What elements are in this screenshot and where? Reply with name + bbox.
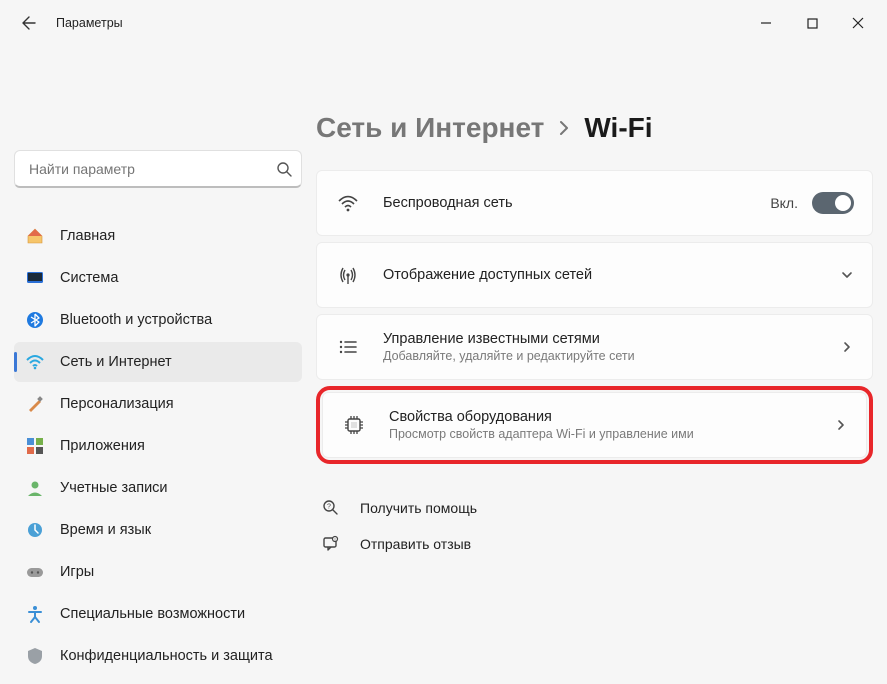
nav-list: Главная Система Bluetooth и устройства С… bbox=[14, 216, 302, 676]
arrow-left-icon bbox=[21, 15, 37, 31]
sidebar: Главная Система Bluetooth и устройства С… bbox=[14, 46, 316, 678]
breadcrumb-current: Wi-Fi bbox=[584, 112, 652, 144]
sidebar-item-label: Персонализация bbox=[60, 396, 174, 412]
list-icon bbox=[333, 336, 363, 358]
chevron-down-icon bbox=[840, 268, 854, 282]
accounts-icon bbox=[24, 477, 46, 499]
chevron-right-icon bbox=[834, 418, 848, 432]
bluetooth-icon bbox=[24, 309, 46, 331]
sidebar-item-accounts[interactable]: Учетные записи bbox=[14, 468, 302, 508]
feedback-link[interactable]: ! Отправить отзыв bbox=[316, 526, 873, 562]
antenna-icon bbox=[333, 264, 363, 286]
breadcrumb-parent[interactable]: Сеть и Интернет bbox=[316, 112, 544, 144]
sidebar-item-network[interactable]: Сеть и Интернет bbox=[14, 342, 302, 382]
chevron-right-icon bbox=[840, 340, 854, 354]
wifi-icon bbox=[24, 351, 46, 373]
breadcrumb: Сеть и Интернет Wi-Fi bbox=[316, 112, 873, 144]
svg-text:!: ! bbox=[334, 537, 335, 542]
sidebar-item-apps[interactable]: Приложения bbox=[14, 426, 302, 466]
chevron-right-icon bbox=[558, 119, 570, 137]
accessibility-icon bbox=[24, 603, 46, 625]
sidebar-item-privacy[interactable]: Конфиденциальность и защита bbox=[14, 636, 302, 676]
search-input[interactable] bbox=[14, 150, 302, 188]
card-title: Управление известными сетями bbox=[383, 331, 840, 347]
help-icon: ? bbox=[316, 499, 346, 517]
card-title: Отображение доступных сетей bbox=[383, 267, 840, 283]
card-title: Свойства оборудования bbox=[389, 409, 834, 425]
sidebar-item-system[interactable]: Система bbox=[14, 258, 302, 298]
maximize-button[interactable] bbox=[789, 7, 835, 39]
highlight-box: Свойства оборудования Просмотр свойств а… bbox=[316, 386, 873, 464]
card-title: Беспроводная сеть bbox=[383, 195, 770, 211]
footer-link-label: Получить помощь bbox=[360, 500, 477, 516]
apps-icon bbox=[24, 435, 46, 457]
sidebar-item-label: Время и язык bbox=[60, 522, 151, 538]
sidebar-item-personalization[interactable]: Персонализация bbox=[14, 384, 302, 424]
sidebar-item-home[interactable]: Главная bbox=[14, 216, 302, 256]
sidebar-item-label: Bluetooth и устройства bbox=[60, 312, 212, 328]
sidebar-item-label: Конфиденциальность и защита bbox=[60, 648, 273, 664]
search-box[interactable] bbox=[14, 150, 302, 188]
card-available-networks[interactable]: Отображение доступных сетей bbox=[316, 242, 873, 308]
minimize-icon bbox=[760, 17, 772, 29]
window-controls bbox=[743, 7, 881, 39]
svg-text:?: ? bbox=[327, 504, 331, 511]
sidebar-item-label: Приложения bbox=[60, 438, 145, 454]
card-subtitle: Добавляйте, удаляйте и редактируйте сети bbox=[383, 349, 840, 363]
system-icon bbox=[24, 267, 46, 289]
app-title: Параметры bbox=[56, 16, 123, 30]
footer-link-label: Отправить отзыв bbox=[360, 536, 471, 552]
sidebar-item-time-language[interactable]: Время и язык bbox=[14, 510, 302, 550]
sidebar-item-label: Система bbox=[60, 270, 118, 286]
minimize-button[interactable] bbox=[743, 7, 789, 39]
sidebar-item-gaming[interactable]: Игры bbox=[14, 552, 302, 592]
search-icon bbox=[276, 161, 292, 177]
privacy-icon bbox=[24, 645, 46, 667]
main-content: Сеть и Интернет Wi-Fi Беспроводная сеть … bbox=[316, 46, 873, 678]
card-wireless[interactable]: Беспроводная сеть Вкл. bbox=[316, 170, 873, 236]
chip-icon bbox=[339, 414, 369, 436]
sidebar-item-label: Специальные возможности bbox=[60, 606, 245, 622]
time-language-icon bbox=[24, 519, 46, 541]
footer-links: ? Получить помощь ! Отправить отзыв bbox=[316, 490, 873, 562]
sidebar-item-label: Главная bbox=[60, 228, 115, 244]
maximize-icon bbox=[807, 18, 818, 29]
sidebar-item-label: Игры bbox=[60, 564, 94, 580]
titlebar: Параметры bbox=[0, 0, 887, 46]
sidebar-item-label: Учетные записи bbox=[60, 480, 168, 496]
feedback-icon: ! bbox=[316, 535, 346, 553]
sidebar-item-label: Сеть и Интернет bbox=[60, 354, 172, 370]
card-known-networks[interactable]: Управление известными сетями Добавляйте,… bbox=[316, 314, 873, 380]
sidebar-item-accessibility[interactable]: Специальные возможности bbox=[14, 594, 302, 634]
get-help-link[interactable]: ? Получить помощь bbox=[316, 490, 873, 526]
gaming-icon bbox=[24, 561, 46, 583]
toggle-state-label: Вкл. bbox=[770, 195, 798, 211]
card-subtitle: Просмотр свойств адаптера Wi-Fi и управл… bbox=[389, 427, 834, 441]
card-hardware-properties[interactable]: Свойства оборудования Просмотр свойств а… bbox=[322, 392, 867, 458]
personalization-icon bbox=[24, 393, 46, 415]
close-button[interactable] bbox=[835, 7, 881, 39]
sidebar-item-bluetooth[interactable]: Bluetooth и устройства bbox=[14, 300, 302, 340]
home-icon bbox=[24, 225, 46, 247]
close-icon bbox=[852, 17, 864, 29]
wifi-icon bbox=[333, 192, 363, 214]
wireless-toggle[interactable] bbox=[812, 192, 854, 214]
back-button[interactable] bbox=[12, 6, 46, 40]
